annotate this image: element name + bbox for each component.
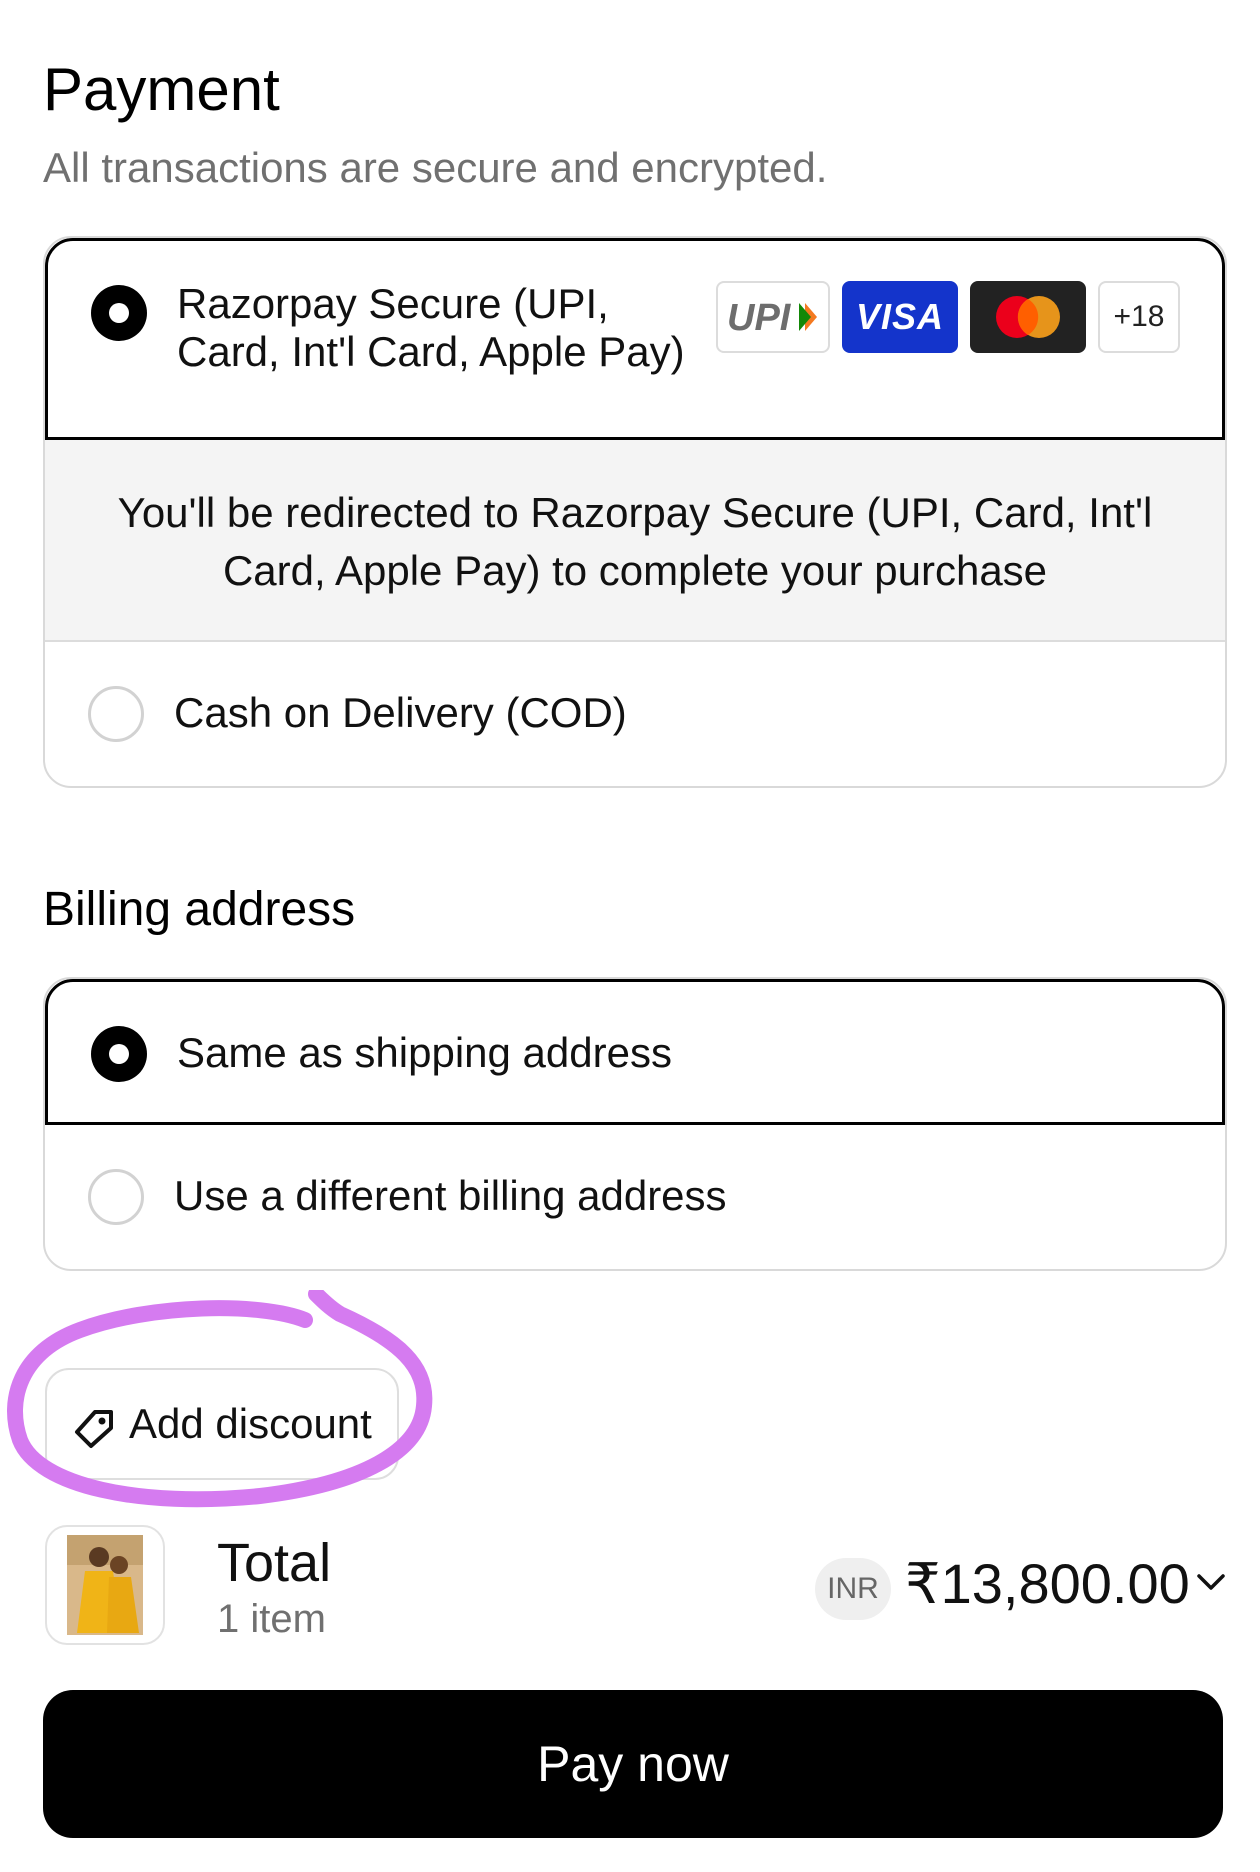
billing-options: Same as shipping address Use a different… bbox=[43, 977, 1227, 1271]
redirect-info-panel: You'll be redirected to Razorpay Secure … bbox=[45, 440, 1225, 642]
redirect-line2: Card, Apple Pay) to complete your purcha… bbox=[222, 547, 1048, 594]
item-count: 1 item bbox=[217, 1597, 326, 1641]
billing-title: Billing address bbox=[43, 883, 356, 936]
razorpay-label-line2: Card, Int'l Card, Apple Pay) bbox=[177, 328, 685, 375]
billing-option-different[interactable]: Use a different billing address bbox=[45, 1125, 1225, 1269]
visa-logo-icon: VISA bbox=[842, 281, 958, 353]
total-amount: ₹13,800.00 bbox=[905, 1552, 1190, 1615]
upi-logo-icon: UPI bbox=[716, 281, 830, 353]
upi-text: UPI bbox=[727, 297, 792, 339]
mastercard-logo-icon bbox=[970, 281, 1086, 353]
redirect-line1: You'll be redirected to Razorpay Secure … bbox=[117, 489, 1153, 536]
radio-unselected-icon[interactable] bbox=[88, 1169, 144, 1225]
radio-selected-icon[interactable] bbox=[91, 1026, 147, 1082]
radio-selected-icon[interactable] bbox=[91, 285, 147, 341]
payment-subtitle: All transactions are secure and encrypte… bbox=[43, 144, 828, 191]
payment-title: Payment bbox=[43, 56, 280, 123]
currency-badge: INR bbox=[815, 1558, 891, 1620]
payment-methods: Razorpay Secure (UPI, Card, Int'l Card, … bbox=[43, 236, 1227, 788]
cod-label: Cash on Delivery (COD) bbox=[174, 689, 627, 736]
billing-option-same[interactable]: Same as shipping address bbox=[45, 979, 1225, 1125]
total-label: Total bbox=[217, 1533, 332, 1593]
billing-different-label: Use a different billing address bbox=[174, 1172, 727, 1219]
add-discount-button[interactable]: Add discount bbox=[45, 1368, 399, 1480]
tag-icon bbox=[75, 1410, 113, 1448]
pay-now-label: Pay now bbox=[537, 1736, 729, 1792]
add-discount-label: Add discount bbox=[129, 1400, 372, 1447]
more-methods-badge: +18 bbox=[1098, 281, 1180, 353]
product-thumbnail bbox=[45, 1525, 165, 1645]
radio-unselected-icon[interactable] bbox=[88, 686, 144, 742]
pay-now-button[interactable]: Pay now bbox=[43, 1690, 1223, 1838]
payment-option-cod[interactable]: Cash on Delivery (COD) bbox=[45, 642, 1225, 786]
billing-same-label: Same as shipping address bbox=[177, 1029, 672, 1076]
payment-badges: UPI VISA +18 bbox=[716, 281, 1180, 353]
chevron-down-icon[interactable] bbox=[1193, 1568, 1229, 1596]
redirect-message: You'll be redirected to Razorpay Secure … bbox=[105, 484, 1165, 600]
payment-option-razorpay[interactable]: Razorpay Secure (UPI, Card, Int'l Card, … bbox=[45, 238, 1225, 440]
